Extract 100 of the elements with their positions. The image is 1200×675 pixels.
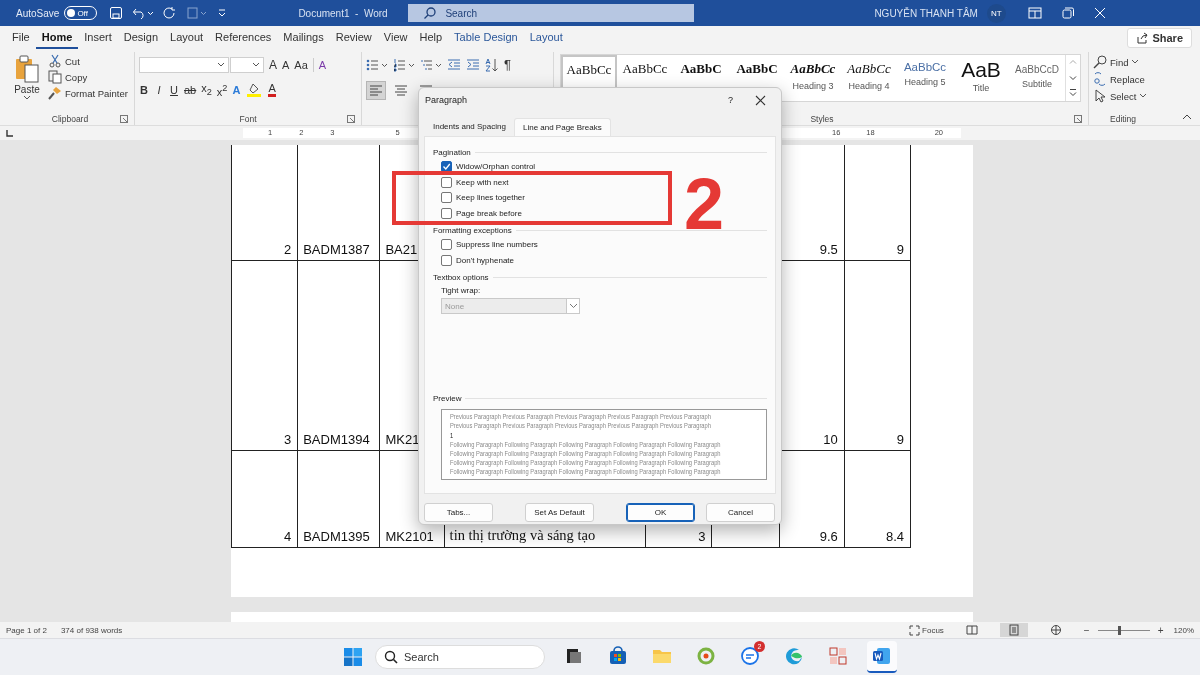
ribbon-tab[interactable]: Insert bbox=[78, 27, 118, 49]
search-icon bbox=[384, 650, 398, 664]
text-effects-button[interactable]: A bbox=[232, 83, 241, 98]
style-item[interactable]: AaBbCc Heading 5 bbox=[897, 55, 953, 101]
style-item[interactable]: AaB Title bbox=[953, 55, 1009, 101]
bullets-icon[interactable] bbox=[366, 58, 388, 72]
avatar[interactable]: NT bbox=[986, 3, 1006, 23]
alignment-button[interactable] bbox=[366, 81, 386, 100]
zoom-out-button[interactable]: − bbox=[1083, 624, 1090, 636]
sort-icon[interactable] bbox=[485, 57, 499, 73]
dialog-tab[interactable]: Indents and Spacing bbox=[425, 118, 514, 136]
tab-selector-icon[interactable] bbox=[5, 128, 14, 138]
dialog-button[interactable]: OK bbox=[626, 503, 695, 522]
ribbon-tab[interactable]: Layout bbox=[523, 27, 569, 49]
decrease-indent-icon[interactable] bbox=[447, 58, 461, 72]
style-item[interactable]: AaBbCc Heading 4 bbox=[841, 55, 897, 101]
clear-formatting-button[interactable]: A bbox=[318, 58, 327, 72]
ribbon-tab[interactable]: Review bbox=[329, 27, 378, 49]
style-item[interactable]: AaBbCcD Subtitle bbox=[1009, 55, 1065, 101]
table-cell: 10 bbox=[823, 432, 838, 447]
taskbar-app[interactable] bbox=[867, 641, 897, 673]
editing-button[interactable]: Replace bbox=[1093, 72, 1153, 86]
table-cell: BA21 bbox=[385, 242, 418, 257]
checkbox-label: Keep lines together bbox=[456, 193, 525, 203]
ribbon-tab[interactable]: Layout bbox=[164, 27, 210, 49]
ribbon-tab[interactable]: Table Design bbox=[448, 27, 524, 49]
show-formatting-button[interactable]: ¶ bbox=[504, 58, 511, 72]
start-icon[interactable] bbox=[343, 647, 363, 667]
caret-icon bbox=[23, 95, 31, 101]
checkbox-label: Keep with next bbox=[456, 177, 509, 187]
checkbox[interactable] bbox=[441, 192, 452, 204]
zoom-percent: 120% bbox=[1173, 625, 1194, 635]
restore-icon[interactable] bbox=[1061, 7, 1074, 19]
clipboard-button[interactable]: Copy bbox=[48, 70, 128, 84]
ribbon-tab[interactable]: References bbox=[209, 27, 278, 49]
font-color-button[interactable]: A bbox=[268, 83, 276, 98]
dialog-button[interactable]: Cancel bbox=[706, 503, 775, 522]
numbering-icon[interactable] bbox=[393, 58, 415, 72]
increase-indent-icon[interactable] bbox=[466, 58, 480, 72]
change-case-button[interactable]: Aa bbox=[294, 58, 308, 72]
search-field[interactable]: Search bbox=[408, 4, 695, 22]
tiles-icon bbox=[828, 646, 848, 666]
ring-icon bbox=[696, 646, 716, 666]
save-icon[interactable] bbox=[109, 6, 124, 20]
checkbox[interactable] bbox=[441, 176, 452, 188]
dialog-launcher-icon[interactable] bbox=[120, 115, 128, 123]
help-button[interactable]: ? bbox=[728, 95, 733, 105]
close-icon[interactable] bbox=[755, 94, 766, 106]
paste-button[interactable]: Paste bbox=[10, 52, 44, 112]
format-button[interactable]: I bbox=[154, 83, 164, 98]
multilevel-list-icon[interactable] bbox=[420, 58, 442, 72]
checkbox-label: Widow/Orphan control bbox=[456, 162, 536, 172]
ribbon-tab[interactable]: File bbox=[6, 27, 36, 49]
ribbon-display-icon[interactable] bbox=[1027, 7, 1042, 19]
word-count: 374 of 938 words bbox=[60, 625, 123, 635]
dropdown-icon bbox=[568, 303, 578, 309]
font-name-field[interactable] bbox=[139, 57, 229, 73]
checkbox[interactable] bbox=[441, 161, 452, 173]
format-button[interactable]: x$_{2}$ bbox=[201, 81, 212, 100]
checkbox[interactable] bbox=[441, 254, 452, 266]
table-cell: 9 bbox=[896, 432, 904, 447]
dialog-button[interactable]: Tabs... bbox=[424, 503, 493, 522]
search-field[interactable]: Search bbox=[375, 645, 545, 669]
ribbon-tab[interactable]: Mailings bbox=[277, 27, 330, 49]
view-button[interactable] bbox=[999, 623, 1028, 637]
format-button[interactable]: x$^{2}$ bbox=[216, 81, 228, 99]
grow-font-button[interactable]: A bbox=[269, 58, 277, 72]
caret-icon bbox=[1131, 59, 1140, 65]
style-item[interactable]: AaBbCc Heading 3 bbox=[785, 55, 841, 101]
table-cell: BADM1395 bbox=[303, 529, 370, 544]
checkbox[interactable] bbox=[441, 207, 452, 219]
clipboard-button[interactable]: Cut bbox=[48, 54, 128, 68]
focus-button[interactable]: Focus bbox=[909, 624, 944, 636]
format-button[interactable]: U bbox=[169, 83, 179, 98]
dialog-launcher-icon[interactable] bbox=[347, 115, 355, 123]
undo-icon[interactable] bbox=[132, 6, 155, 20]
shrink-font-button[interactable]: A bbox=[282, 58, 290, 72]
format-button[interactable]: B bbox=[139, 83, 149, 98]
collapse-ribbon-icon[interactable] bbox=[1182, 113, 1192, 121]
dialog-button[interactable]: Set As Default bbox=[525, 503, 594, 522]
editing-button[interactable]: Find bbox=[1093, 55, 1153, 69]
autosave-label: AutoSave bbox=[16, 7, 60, 19]
ribbon-tab[interactable]: View bbox=[377, 27, 414, 49]
zoom-in-button[interactable]: + bbox=[1157, 624, 1164, 636]
editing-button[interactable]: Select bbox=[1093, 89, 1153, 103]
group-label: Font bbox=[239, 113, 257, 124]
font-size-field[interactable] bbox=[230, 57, 264, 73]
table-cell: 9.5 bbox=[819, 242, 838, 257]
ribbon-tab[interactable]: Help bbox=[413, 27, 449, 49]
share-button[interactable]: Share bbox=[1127, 28, 1192, 48]
dialog-launcher-icon[interactable] bbox=[1074, 115, 1082, 123]
ribbon-tab[interactable]: Home bbox=[35, 27, 79, 49]
checkbox[interactable] bbox=[441, 239, 452, 251]
group-label: Clipboard bbox=[51, 113, 89, 124]
format-button[interactable]: ab bbox=[184, 83, 197, 98]
redo-icon[interactable] bbox=[163, 6, 178, 20]
clipboard-button[interactable]: Format Painter bbox=[48, 86, 128, 100]
dialog-tab[interactable]: Line and Page Breaks bbox=[513, 118, 611, 136]
highlighter-icon[interactable] bbox=[245, 82, 264, 99]
ribbon-tab[interactable]: Design bbox=[117, 27, 165, 49]
